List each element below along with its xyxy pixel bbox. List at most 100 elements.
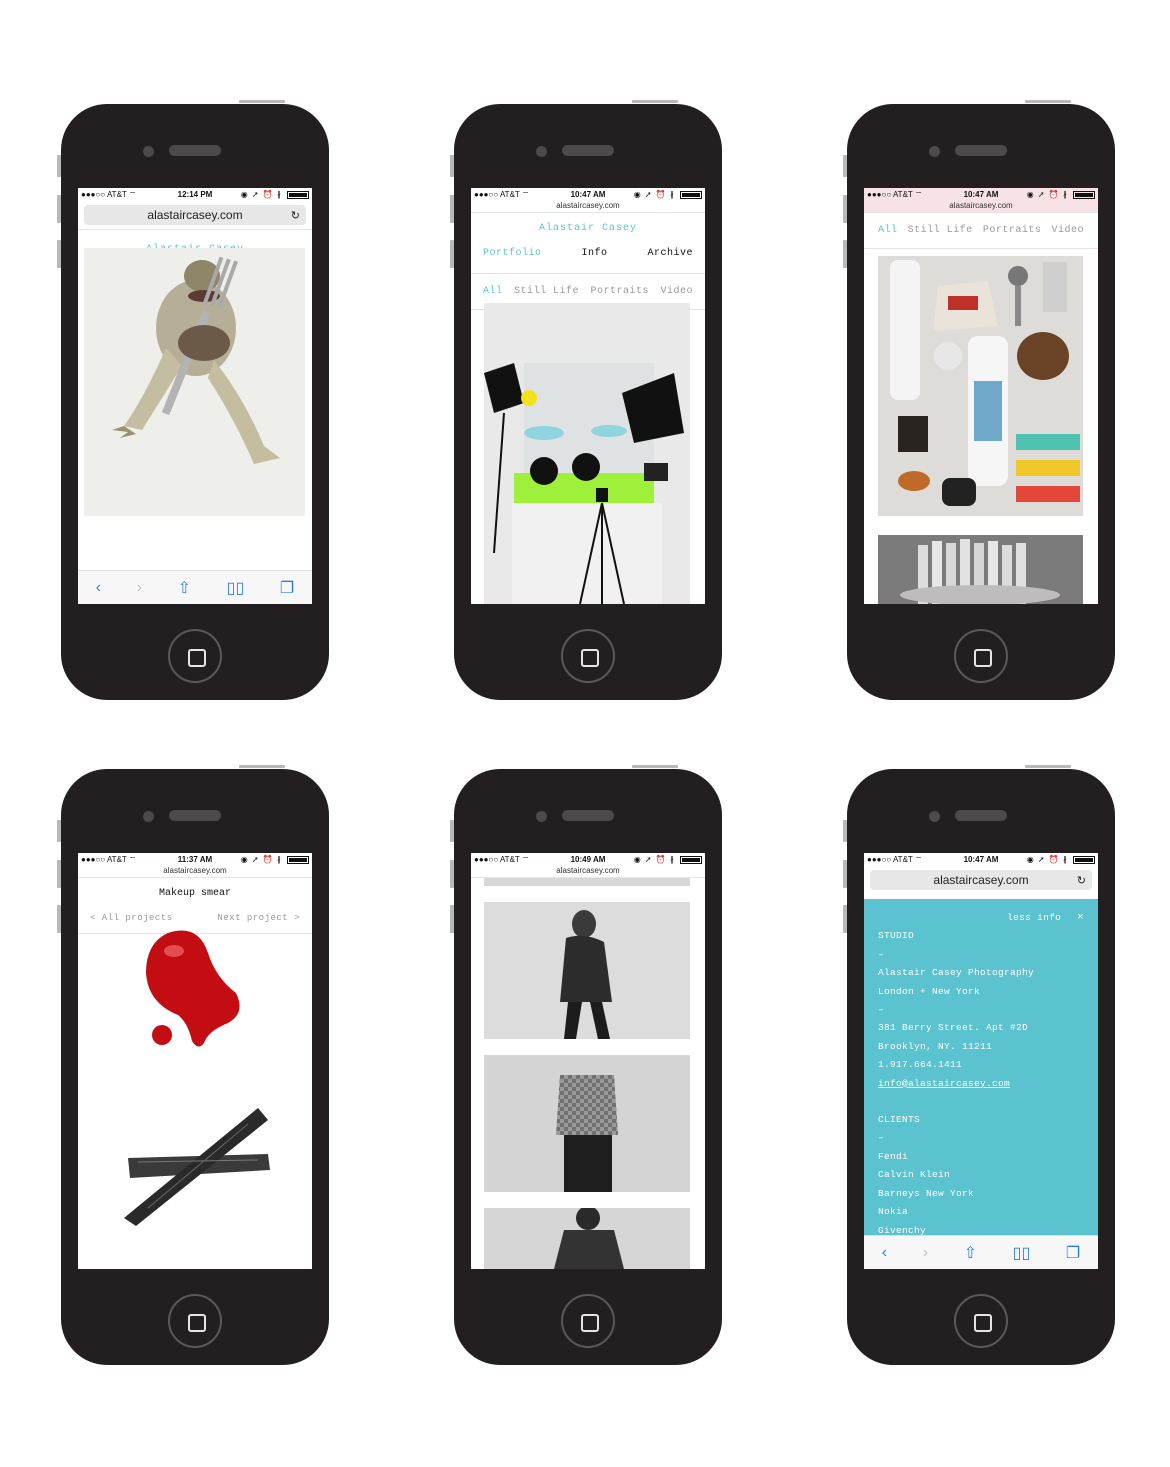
- status-indicators: ◉ ➚ ⏰ ∦: [633, 855, 675, 864]
- client-item: Fendi: [878, 1150, 909, 1162]
- phone-2-portfolio: ●●●○○ AT&T ⌔ 10:47 AM ◉ ➚ ⏰ ∦ alastairca…: [450, 100, 722, 700]
- portrait-photo-3[interactable]: [484, 1055, 690, 1192]
- phone-body: ●●●○○ AT&T ⌔ 10:47 AM ◉ ➚ ⏰ ∦ alastairca…: [847, 104, 1115, 700]
- share-icon[interactable]: ⇧: [964, 1243, 977, 1263]
- divider: [471, 273, 705, 274]
- phone-number[interactable]: 1.917.664.1411: [878, 1056, 1084, 1074]
- close-icon[interactable]: ×: [1077, 912, 1084, 924]
- phone-body: ●●●○○ AT&T ⌔ 10:47 AM ◉ ➚ ⏰ ∦ alastairca…: [454, 104, 722, 700]
- home-button[interactable]: [561, 1294, 615, 1348]
- status-bar: ●●●○○ AT&T ⌔ 10:47 AM ◉ ➚ ⏰ ∦: [864, 853, 1098, 866]
- status-indicators: ◉ ➚ ⏰ ∦: [1026, 190, 1068, 199]
- phone-body: ●●●○○ AT&T ⌔ 11:37 AM ◉ ➚ ⏰ ∦ alastairca…: [61, 769, 329, 1365]
- less-info-button[interactable]: less info: [1007, 912, 1061, 923]
- front-camera: [929, 146, 940, 157]
- tabs-icon[interactable]: ❐: [280, 578, 294, 598]
- power-button: [239, 765, 285, 768]
- phone-1-home: ●●●○○ AT&T ⌔ 12:14 PM ◉ ➚ ⏰ ∦ alastairca…: [57, 100, 329, 700]
- filter-video[interactable]: Video: [1051, 225, 1084, 236]
- frog-fork-photo[interactable]: [84, 248, 305, 516]
- home-button[interactable]: [954, 1294, 1008, 1348]
- bookmarks-icon[interactable]: ▯▯: [1013, 1243, 1031, 1263]
- home-button[interactable]: [168, 1294, 222, 1348]
- phone-5-portraits: ●●●○○ AT&T ⌔ 10:49 AM ◉ ➚ ⏰ ∦ alastairca…: [450, 765, 722, 1365]
- churros-photo[interactable]: [878, 535, 1083, 604]
- email-link[interactable]: info@alastaircasey.com: [878, 1075, 1084, 1093]
- nav-portfolio[interactable]: Portfolio: [483, 248, 542, 259]
- frog-illustration: [112, 256, 280, 464]
- status-bar: ●●●○○ AT&T ⌔ 10:49 AM ◉ ➚ ⏰ ∦: [471, 853, 705, 866]
- address-bar[interactable]: alastaircasey.com ↻: [870, 870, 1092, 890]
- bookmarks-icon[interactable]: ▯▯: [227, 578, 245, 598]
- all-projects-link[interactable]: < All projects: [90, 913, 173, 923]
- battery-icon: [287, 191, 309, 199]
- reload-icon[interactable]: ↻: [1077, 874, 1086, 887]
- category-filters: All Still Life Portraits Video: [864, 225, 1098, 236]
- portrait-photo-4[interactable]: [484, 1208, 690, 1269]
- filter-still-life[interactable]: Still Life: [514, 286, 579, 297]
- browser-toolbar: ‹ › ⇧ ▯▯ ❐: [864, 1235, 1098, 1269]
- status-indicators: ◉ ➚ ⏰ ∦: [240, 855, 282, 864]
- power-button: [632, 100, 678, 103]
- portrait-woman-illustration: [560, 910, 612, 1039]
- filter-still-life[interactable]: Still Life: [908, 225, 973, 236]
- earpiece: [955, 145, 1007, 156]
- phone-screen: ●●●○○ AT&T ⌔ 10:47 AM ◉ ➚ ⏰ ∦ alastairca…: [471, 188, 705, 604]
- portrait-man-illustration: [556, 1075, 618, 1192]
- nav-archive[interactable]: Archive: [647, 248, 693, 259]
- front-camera: [143, 811, 154, 822]
- url-text[interactable]: alastaircasey.com: [471, 866, 705, 878]
- home-button[interactable]: [168, 629, 222, 683]
- front-camera: [536, 146, 547, 157]
- forward-icon[interactable]: ›: [137, 579, 142, 597]
- project-title: Makeup smear: [158, 888, 231, 899]
- site-title[interactable]: Alastair Casey: [471, 223, 705, 234]
- status-indicators: ◉ ➚ ⏰ ∦: [633, 190, 675, 199]
- status-indicators: ◉ ➚ ⏰ ∦: [240, 190, 282, 199]
- category-filters: All Still Life Portraits Video: [471, 286, 705, 297]
- url-text[interactable]: alastaircasey.com: [471, 201, 705, 213]
- front-camera: [536, 811, 547, 822]
- url-text: alastaircasey.com: [933, 873, 1029, 887]
- portrait-photo-2[interactable]: [484, 902, 690, 1039]
- portrait-photo-1[interactable]: [484, 878, 690, 886]
- still-life-illustration: [890, 260, 1080, 506]
- site-nav: Portfolio Info Archive: [471, 248, 705, 259]
- filter-portraits[interactable]: Portraits: [983, 225, 1042, 236]
- reload-icon[interactable]: ↻: [291, 209, 300, 222]
- phone-screen: ●●●○○ AT&T ⌔ 11:37 AM ◉ ➚ ⏰ ∦ alastairca…: [78, 853, 312, 1269]
- nav-info[interactable]: Info: [581, 248, 607, 259]
- battery-icon: [1073, 191, 1095, 199]
- home-button[interactable]: [954, 629, 1008, 683]
- forward-icon[interactable]: ›: [923, 1244, 928, 1262]
- front-camera: [143, 146, 154, 157]
- mascara-smear-photo[interactable]: [118, 1098, 278, 1228]
- nail-polish-splash-photo[interactable]: [128, 923, 248, 1053]
- filter-portraits[interactable]: Portraits: [590, 286, 649, 297]
- tabs-icon[interactable]: ❐: [1066, 1243, 1080, 1263]
- address-bar[interactable]: alastaircasey.com ↻: [84, 205, 306, 225]
- share-icon[interactable]: ⇧: [178, 578, 191, 598]
- battery-icon: [1073, 856, 1095, 864]
- studio-illustration: [484, 363, 684, 604]
- filter-video[interactable]: Video: [660, 286, 693, 297]
- back-icon[interactable]: ‹: [96, 579, 101, 597]
- url-text[interactable]: alastaircasey.com: [78, 866, 312, 878]
- still-life-grid-photo[interactable]: [878, 256, 1083, 516]
- status-bar: ●●●○○ AT&T ⌔ 10:47 AM ◉ ➚ ⏰ ∦: [864, 188, 1098, 201]
- filter-all[interactable]: All: [483, 286, 503, 297]
- back-icon[interactable]: ‹: [882, 1244, 887, 1262]
- client-item: Barneys New York: [878, 1187, 975, 1199]
- less-info-row[interactable]: less info ×: [878, 909, 1084, 927]
- dash: –: [878, 1004, 885, 1016]
- phone-body: ●●●○○ AT&T ⌔ 10:49 AM ◉ ➚ ⏰ ∦ alastairca…: [454, 769, 722, 1365]
- url-text[interactable]: alastaircasey.com: [864, 201, 1098, 213]
- front-camera: [929, 811, 940, 822]
- churros-illustration: [878, 535, 1083, 604]
- home-button[interactable]: [561, 629, 615, 683]
- filter-all[interactable]: All: [878, 225, 898, 236]
- phone-6-info-overlay: ●●●○○ AT&T ⌔ 10:47 AM ◉ ➚ ⏰ ∦ alastairca…: [843, 765, 1115, 1365]
- studio-set-photo[interactable]: [484, 303, 690, 604]
- next-project-link[interactable]: Next project >: [217, 913, 300, 923]
- phone-body: ●●●○○ AT&T ⌔ 12:14 PM ◉ ➚ ⏰ ∦ alastairca…: [61, 104, 329, 700]
